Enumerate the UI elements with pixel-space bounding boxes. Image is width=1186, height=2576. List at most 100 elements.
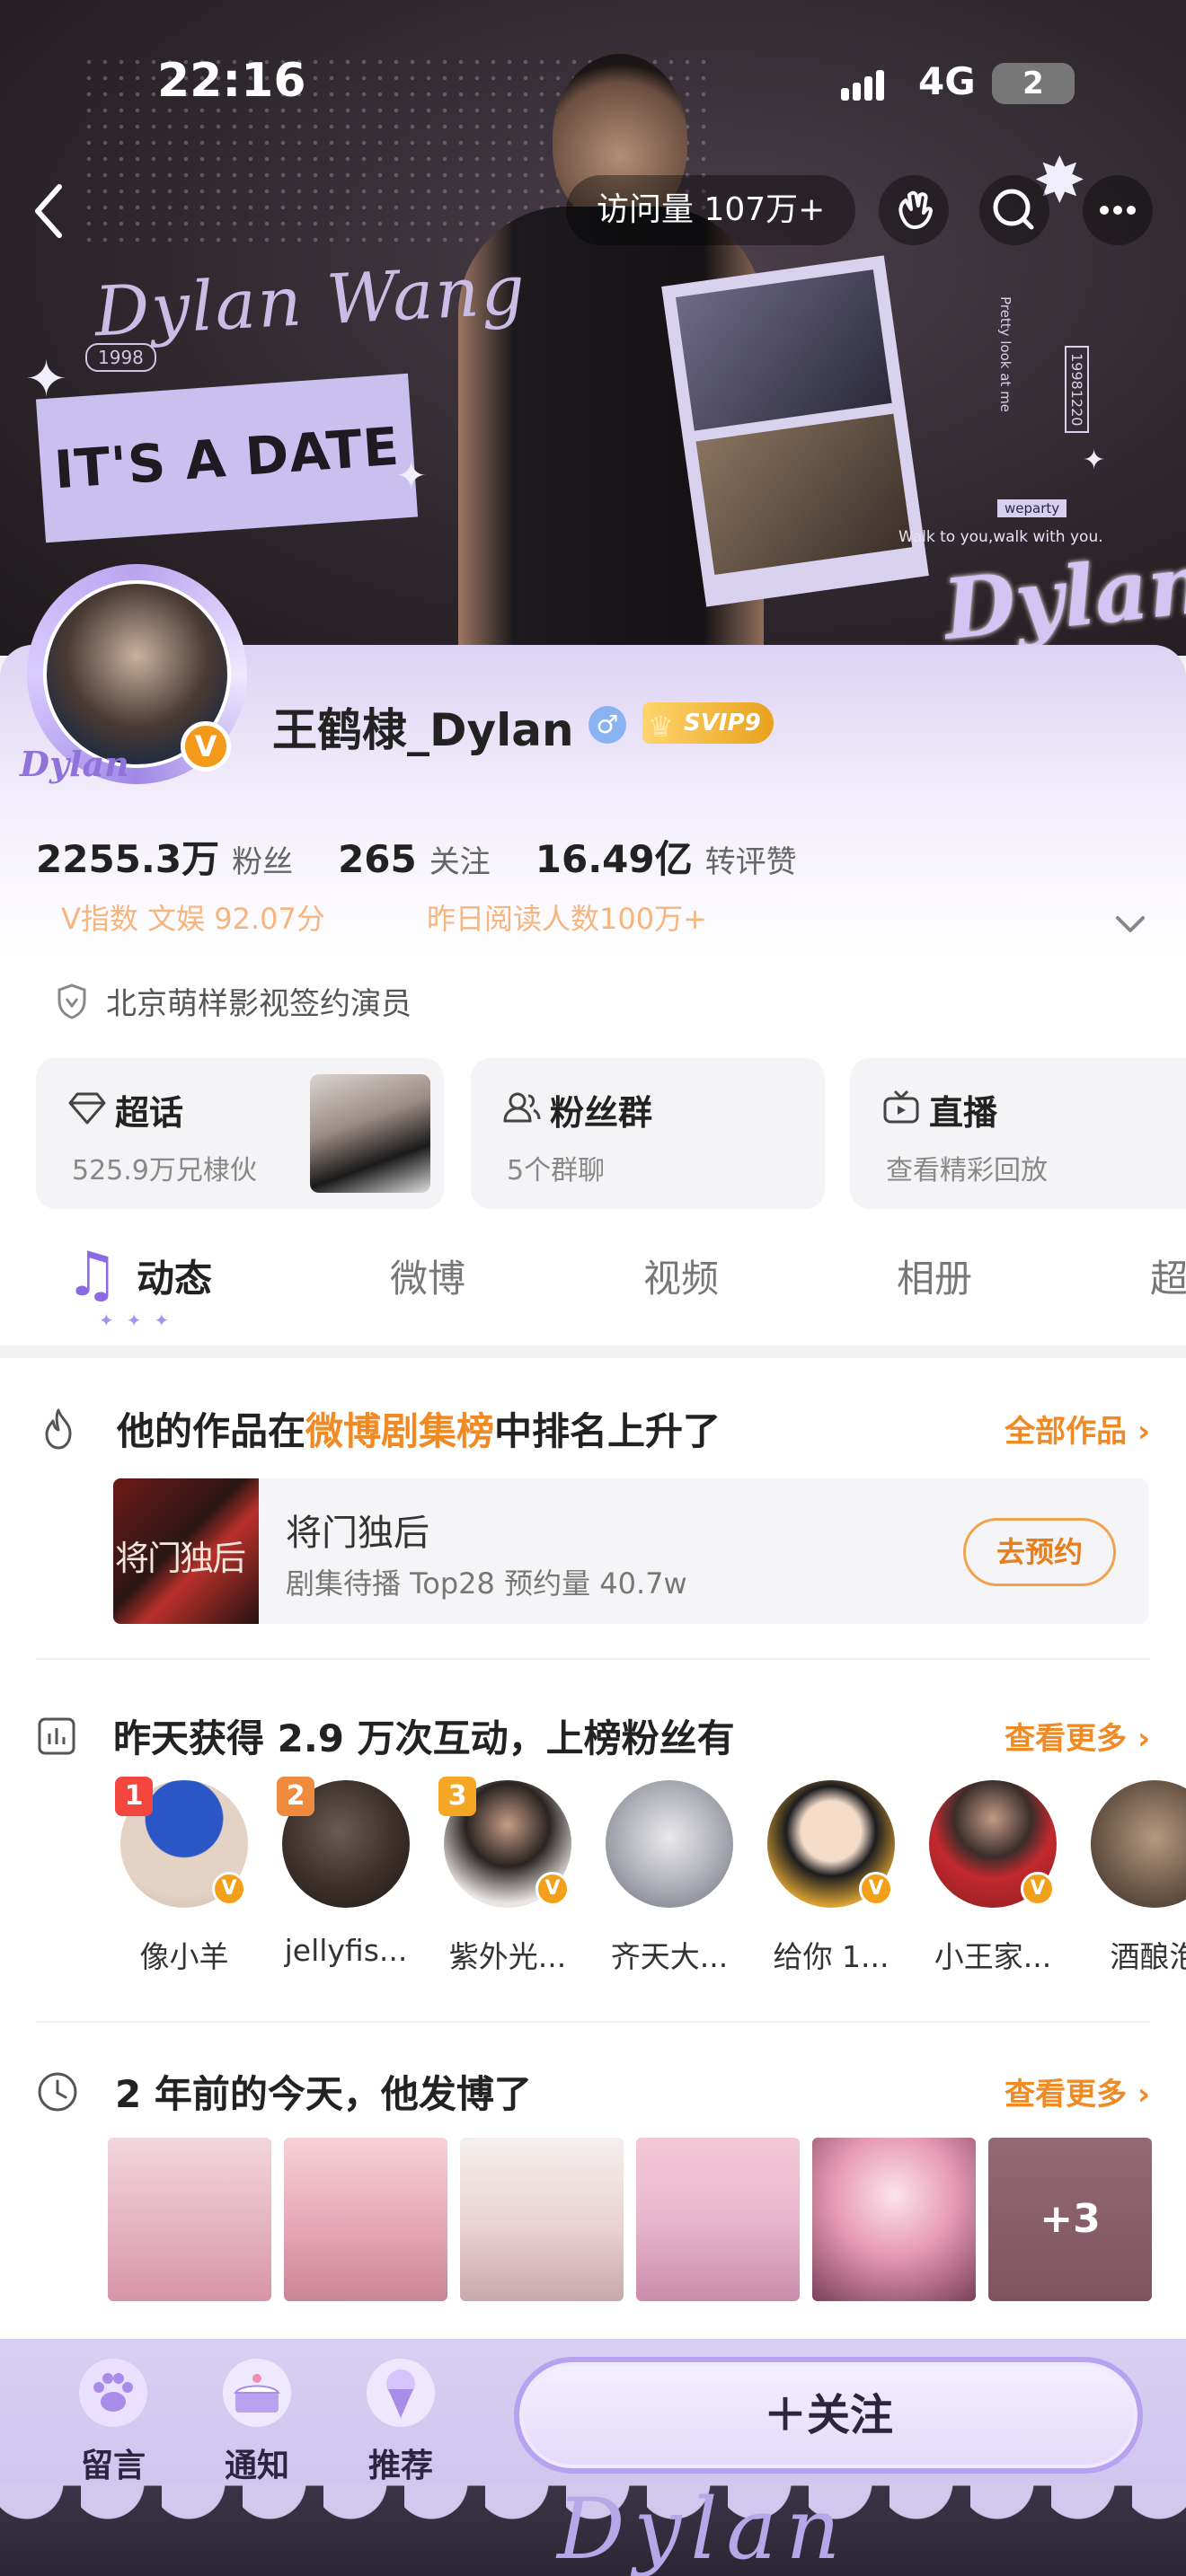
stat-label: 粉丝 (232, 844, 294, 880)
memory-photo[interactable] (812, 2138, 976, 2301)
all-works-link[interactable]: 全部作品 › (1005, 1407, 1150, 1451)
section-title: 2 年前的今天，他发博了 (115, 2072, 532, 2116)
reserve-button[interactable]: 去预约 (963, 1518, 1116, 1586)
svip-badge[interactable]: ♛ SVIP9 (642, 702, 774, 744)
more-dots-icon (1100, 206, 1136, 215)
ice-cream-icon (367, 2359, 435, 2427)
fan-group-card[interactable]: 粉丝群 5个群聊 (471, 1058, 825, 1209)
fan-item[interactable]: 齐天大... (593, 1780, 746, 1976)
fan-item[interactable]: V 给你 1... (755, 1780, 907, 1976)
memory-header: 2 年前的今天，他发博了 查看更多 › (36, 2064, 1150, 2119)
fan-avatar: 2 (277, 1777, 410, 1908)
drama-item[interactable]: 将门独后 将门独后 剧集待播 Top28 预约量 40.7w 去预约 (113, 1478, 1148, 1624)
username: 王鹤棣_Dylan (272, 704, 574, 756)
verified-badge-icon: V (181, 721, 231, 772)
fan-item[interactable]: 1 V 像小羊 (108, 1777, 261, 1976)
following-stat[interactable]: 265 关注 (338, 837, 491, 881)
tab-weibo[interactable]: 微博 (390, 1248, 465, 1303)
drama-name: 将门独后 (286, 1513, 429, 1554)
banner-year: 1998 (85, 343, 156, 372)
banner-caption: Walk to you,walk with you. (898, 528, 1103, 546)
tab-album[interactable]: 相册 (897, 1248, 972, 1303)
supertopic-card[interactable]: 超话 525.9万兄棣伙 (36, 1058, 444, 1209)
message-board-button[interactable]: 留言 (59, 2357, 167, 2486)
see-more-link[interactable]: 查看更多 › (1005, 2069, 1150, 2113)
live-card[interactable]: 直播 查看精彩回放 (850, 1058, 1186, 1209)
banner-headline-card: IT'S A DATE (35, 373, 419, 543)
yesterday-reads: 昨日阅读人数100万+ (427, 902, 707, 936)
fan-item[interactable]: 2 jellyfis... (270, 1777, 422, 1968)
memory-photo[interactable] (636, 2138, 800, 2301)
stat-label: 关注 (429, 844, 491, 880)
memory-photo[interactable] (108, 2138, 271, 2301)
highlight-text[interactable]: 微博剧集榜 (305, 1409, 494, 1453)
search-button[interactable] (979, 175, 1049, 245)
rank-badge: 2 (277, 1777, 314, 1816)
notify-button[interactable]: 通知 (203, 2357, 311, 2486)
fan-item[interactable]: 酒酿泡 (1078, 1780, 1186, 1976)
fan-item[interactable]: V 小王家... (916, 1780, 1069, 1976)
greet-button[interactable] (879, 175, 949, 245)
visits-pill[interactable]: 访问量 107万+ (566, 175, 856, 245)
cake-icon (223, 2359, 291, 2427)
certification-text: 北京萌样影视签约演员 (106, 986, 412, 1022)
paw-icon (79, 2359, 147, 2427)
see-more-link[interactable]: 查看更多 › (1005, 1714, 1150, 1758)
flame-icon (45, 1408, 72, 1449)
profile-feed: 他的作品在微博剧集榜中排名上升了 全部作品 › 将门独后 将门独后 剧集待播 T… (0, 1358, 1186, 2346)
profile-header: Dylan V 王鹤棣_Dylan ♂ ♛ SVIP9 2255.3万 粉丝 2… (0, 564, 1186, 1345)
music-note-icon: ♫ (65, 1239, 119, 1310)
banner-big-name: Dylan (939, 534, 1186, 656)
card-title: 粉丝群 (550, 1093, 653, 1133)
signal-icon (841, 68, 886, 104)
tab-feed[interactable]: 动态 (137, 1248, 212, 1303)
supertopic-thumbnail (310, 1074, 430, 1193)
fan-avatar: 1 V (115, 1777, 248, 1908)
divider (36, 1658, 1150, 1660)
memory-photo-more[interactable]: +3 (988, 2138, 1152, 2301)
search-icon (993, 189, 1034, 230)
chevron-down-icon (1116, 916, 1145, 932)
bottom-action-bar: Dylan 留言 通知 推荐 ＋关注 (0, 2339, 1186, 2576)
expand-button[interactable] (1112, 905, 1148, 941)
stat-label: 转评赞 (704, 844, 797, 880)
bar-chart-icon (38, 1717, 75, 1754)
more-button[interactable] (1083, 175, 1153, 245)
verified-badge-icon: V (212, 1872, 246, 1906)
v-index[interactable]: V指数 文娱 92.07分 (61, 896, 325, 938)
male-icon: ♂ (589, 706, 626, 744)
stat-number: 265 (338, 837, 417, 881)
drama-poster: 将门独后 (113, 1478, 259, 1624)
fan-name: 紫外光... (448, 1939, 567, 1974)
follow-button[interactable]: ＋关注 (514, 2357, 1143, 2474)
card-subtitle: 525.9万兄棣伙 (72, 1155, 257, 1187)
banner-id-tag: 19981220 (1065, 346, 1089, 434)
stat-number: 16.49亿 (535, 837, 693, 881)
chevron-left-icon (35, 184, 62, 238)
tab-video[interactable]: 视频 (643, 1248, 719, 1303)
profile-stats: 2255.3万 粉丝 265 关注 16.49亿 转评赞 (36, 829, 842, 884)
fan-name: 像小羊 (139, 1939, 229, 1974)
recommend-label: 推荐 (367, 2448, 433, 2484)
card-subtitle: 查看精彩回放 (886, 1155, 1048, 1187)
fan-avatar (1091, 1780, 1186, 1908)
drama-rank-header: 他的作品在微博剧集榜中排名上升了 全部作品 › (36, 1401, 1150, 1456)
interactions-header: 昨天获得 2.9 万次互动，上榜粉丝有 查看更多 › (36, 1708, 1150, 1763)
avatar[interactable]: Dylan V (20, 564, 247, 784)
followers-stat[interactable]: 2255.3万 粉丝 (36, 829, 293, 884)
battery-icon: 2 (992, 63, 1075, 104)
fan-avatar: V (929, 1780, 1057, 1908)
tab-supertopic[interactable]: 超 (1150, 1248, 1186, 1303)
section-title: 他的作品在微博剧集榜中排名上升了 (117, 1409, 721, 1453)
clock-icon (38, 2072, 77, 2111)
fan-name: 齐天大... (610, 1939, 729, 1974)
memory-photo[interactable] (460, 2138, 624, 2301)
sparkle-icon: ✦ (1083, 445, 1106, 476)
memory-photo[interactable] (284, 2138, 447, 2301)
svip-label: SVIP9 (684, 710, 761, 737)
recommend-button[interactable]: 推荐 (347, 2357, 455, 2486)
likes-stat[interactable]: 16.49亿 转评赞 (535, 829, 797, 884)
fan-item[interactable]: 3 V 紫外光... (431, 1777, 584, 1976)
network-type: 4G (918, 59, 976, 103)
back-button[interactable] (27, 180, 72, 243)
